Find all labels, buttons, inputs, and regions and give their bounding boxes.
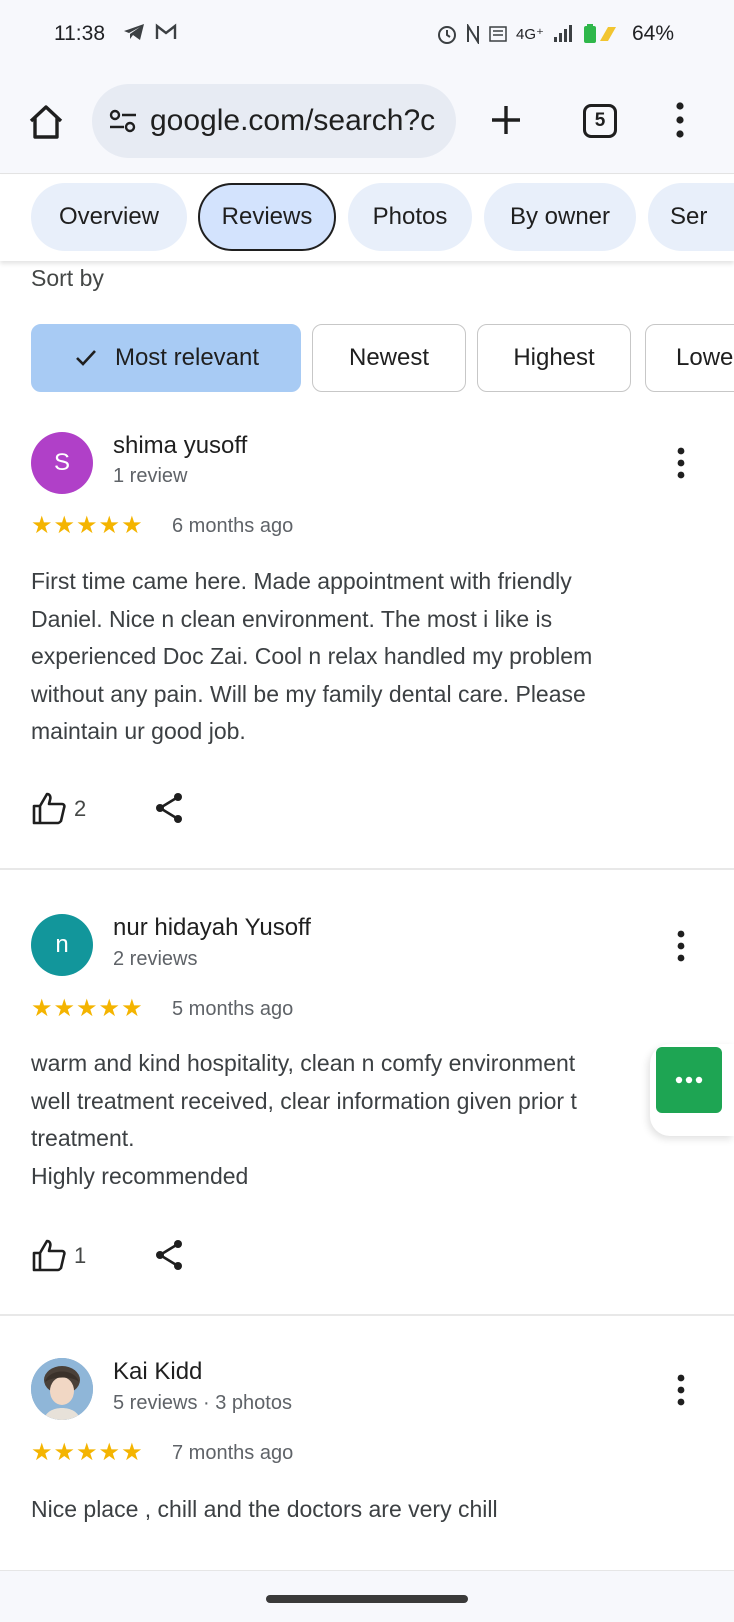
review-date: 7 months ago [172, 1442, 294, 1464]
alarm-icon [438, 26, 457, 44]
battery-percent: 64% [631, 22, 674, 45]
thumbs-up-icon[interactable] [31, 791, 67, 825]
avatar-initial: S [53, 449, 70, 476]
tab-photos[interactable]: Photos [348, 183, 472, 251]
telegram-icon [124, 24, 144, 40]
nfc-icon [467, 24, 480, 44]
avatar[interactable]: S [31, 432, 93, 494]
review-text: Nice place , chill and the doctors are v… [31, 1496, 498, 1522]
avatar[interactable]: n [31, 914, 93, 976]
reviewer-meta: 5 reviews · 3 photos [113, 1392, 292, 1414]
profile-photo [31, 1358, 93, 1420]
status-bar: 11:38 4G⁺ 64% [0, 0, 734, 72]
like-count: 1 [74, 1243, 87, 1268]
chat-fab[interactable] [656, 1047, 722, 1113]
reviewer-name[interactable]: Kai Kidd [113, 1358, 202, 1386]
gmail-icon [155, 23, 177, 39]
divider [0, 868, 734, 870]
sort-lowest[interactable]: Lowe [645, 324, 734, 392]
avatar[interactable] [31, 1358, 93, 1420]
more-vert-icon[interactable] [676, 929, 686, 963]
tab-switcher-button[interactable]: 5 [583, 104, 617, 138]
star-rating: ★★★★★ [31, 512, 144, 539]
browser-menu-icon[interactable] [670, 98, 690, 142]
more-vert-icon[interactable] [676, 446, 686, 480]
tab-overview[interactable]: Overview [31, 183, 187, 251]
network-type: 4G⁺ [516, 26, 544, 43]
divider [0, 1314, 734, 1316]
sort-highest[interactable]: Highest [477, 324, 631, 392]
reviewer-name[interactable]: shima yusoff [113, 432, 247, 460]
site-settings-icon[interactable] [106, 104, 140, 138]
more-horiz-icon [675, 1076, 703, 1084]
share-icon[interactable] [152, 1238, 186, 1272]
reviewer-meta: 2 reviews [113, 948, 198, 970]
star-rating: ★★★★★ [31, 1439, 144, 1466]
avatar-initial: n [55, 931, 69, 958]
review-date: 5 months ago [172, 998, 294, 1020]
new-tab-icon[interactable] [486, 100, 526, 140]
reviewer-name[interactable]: nur hidayah Yusoff [113, 914, 311, 942]
place-tabs: Overview Reviews Photos By owner Ser [0, 175, 734, 261]
review-date: 6 months ago [172, 515, 294, 537]
reviewer-meta: 1 review [113, 465, 188, 487]
gesture-bar [0, 1570, 734, 1622]
tab-services[interactable]: Ser [648, 183, 734, 251]
sort-option-label: Most relevant [114, 344, 260, 371]
battery-icon [583, 24, 616, 43]
signal-icon [553, 25, 572, 42]
browser-toolbar: google.com/search?c 5 [0, 72, 734, 174]
sort-label: Sort by [31, 265, 104, 291]
status-time: 11:38 [54, 22, 105, 45]
like-count: 2 [74, 796, 87, 821]
tab-by-owner[interactable]: By owner [484, 183, 636, 251]
sort-most-relevant[interactable]: Most relevant [31, 324, 301, 392]
home-gesture-handle[interactable] [266, 1595, 468, 1603]
thumbs-up-icon[interactable] [31, 1238, 67, 1272]
review-text: First time came here. Made appointment w… [31, 568, 593, 744]
check-icon [76, 350, 96, 366]
url-text[interactable]: google.com/search?c [150, 104, 435, 138]
review-text: warm and kind hospitality, clean n comfy… [31, 1050, 577, 1189]
more-vert-icon[interactable] [676, 1373, 686, 1407]
address-bar[interactable]: google.com/search?c [92, 84, 456, 158]
volte-icon [489, 26, 507, 42]
sort-newest[interactable]: Newest [312, 324, 466, 392]
home-icon[interactable] [26, 102, 66, 142]
tab-reviews[interactable]: Reviews [198, 183, 336, 251]
star-rating: ★★★★★ [31, 995, 144, 1022]
share-icon[interactable] [152, 791, 186, 825]
